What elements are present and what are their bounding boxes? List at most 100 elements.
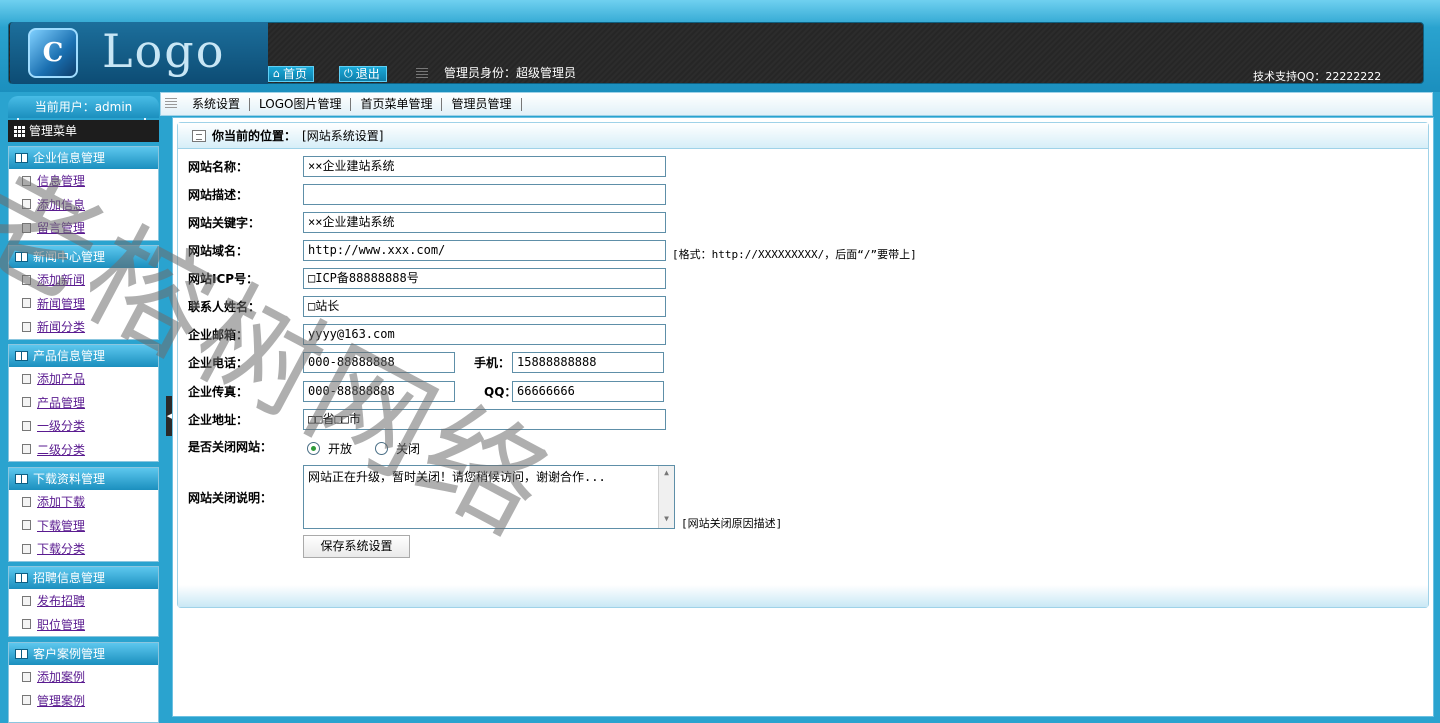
tab-home-menu[interactable]: 首页菜单管理 (351, 97, 443, 111)
menu-item: 添加新闻 (9, 268, 158, 292)
menu-group-title: 企业信息管理 (33, 151, 106, 165)
breadcrumb: 你当前的位置： [网站系统设置] (178, 123, 1428, 149)
menu-item: 下载管理 (9, 514, 158, 538)
page-icon (192, 129, 206, 142)
menu-item: 添加产品 (9, 367, 158, 391)
site-desc-input[interactable] (303, 184, 666, 205)
book-icon (15, 153, 28, 163)
menu-link[interactable]: 产品管理 (37, 394, 85, 411)
menu-link[interactable]: 添加信息 (37, 196, 85, 213)
settings-panel: 你当前的位置： [网站系统设置] 网站名称： ××企业建站系统 网站描述： 网站… (177, 122, 1429, 608)
sidebar: 当前用户：admin 管理菜单 企业信息管理 信息管理 添加信息 留言管理 新闻… (0, 92, 166, 723)
power-icon: ⏻ (344, 67, 353, 80)
menu-link[interactable]: 一级分类 (37, 417, 85, 434)
menu-link[interactable]: 二级分类 (37, 441, 85, 458)
document-icon (22, 595, 31, 606)
document-icon (22, 175, 31, 186)
icp-input[interactable]: □ICP备88888888号 (303, 268, 666, 289)
menu-link[interactable]: 下载管理 (37, 517, 85, 534)
menu-group-header[interactable]: 招聘信息管理 (9, 567, 158, 589)
menu-group-header[interactable]: 下载资料管理 (9, 468, 158, 490)
menu-link[interactable]: 添加案例 (37, 668, 85, 685)
menu-group: 企业信息管理 信息管理 添加信息 留言管理 (8, 146, 159, 241)
document-icon (22, 671, 31, 682)
logout-button[interactable]: ⏻ 退出 (339, 66, 387, 82)
document-icon (22, 298, 31, 309)
tab-admin[interactable]: 管理员管理 (442, 97, 522, 111)
mobile-input[interactable]: 15888888888 (512, 352, 664, 373)
breadcrumb-label: 你当前的位置： (212, 129, 297, 143)
icp-label: 网站ICP号： (188, 272, 259, 286)
document-icon (22, 543, 31, 554)
qq-input[interactable]: 66666666 (512, 381, 664, 402)
radio-close[interactable]: 关闭 (375, 440, 420, 457)
home-button[interactable]: ⌂ 首页 (268, 66, 314, 82)
phone-label: 企业电话： (188, 356, 249, 370)
menu-group-header[interactable]: 新闻中心管理 (9, 246, 158, 268)
tab-logo-images[interactable]: LOGO图片管理 (250, 97, 352, 111)
close-note-textarea[interactable]: 网站正在升级，暂时关闭！请您稍候访问，谢谢合作... ▲ ▼ (303, 465, 675, 529)
fax-input[interactable]: 000-88888888 (303, 381, 455, 402)
book-icon (15, 573, 28, 583)
list-icon (416, 68, 428, 80)
save-settings-button[interactable]: 保存系统设置 (303, 535, 410, 558)
menu-link[interactable]: 新闻管理 (37, 295, 85, 312)
menu-link[interactable]: 职位管理 (37, 616, 85, 633)
panel-footer (178, 585, 1428, 607)
menu-group-title: 下载资料管理 (33, 472, 106, 486)
phone-input[interactable]: 000-88888888 (303, 352, 455, 373)
fax-label: 企业传真： (188, 385, 249, 399)
radio-close-dot[interactable] (375, 442, 388, 455)
email-input[interactable]: yyyy@163.com (303, 324, 666, 345)
menu-link[interactable]: 下载分类 (37, 540, 85, 557)
address-input[interactable]: □□省□□市 (303, 409, 666, 430)
menu-link[interactable]: 新闻分类 (37, 318, 85, 335)
menu-group-header[interactable]: 产品信息管理 (9, 345, 158, 367)
menu-link[interactable]: 添加产品 (37, 370, 85, 387)
menu-group-header[interactable]: 企业信息管理 (9, 147, 158, 169)
logo-area: C Logo (10, 22, 268, 84)
menu-group-header[interactable]: 客户案例管理 (9, 643, 158, 665)
site-keywords-input[interactable]: ××企业建站系统 (303, 212, 666, 233)
grid-icon (14, 125, 25, 137)
document-icon (22, 695, 31, 706)
site-domain-input[interactable]: http://www.xxx.com/ (303, 240, 666, 261)
menu-group-title: 客户案例管理 (33, 647, 106, 661)
grip-icon (165, 98, 177, 110)
menu-link[interactable]: 添加下载 (37, 493, 85, 510)
textarea-scrollbar[interactable]: ▲ ▼ (658, 466, 674, 528)
main-content: 你当前的位置： [网站系统设置] 网站名称： ××企业建站系统 网站描述： 网站… (172, 117, 1434, 717)
menu-link[interactable]: 信息管理 (37, 172, 85, 189)
scroll-up-icon[interactable]: ▲ (659, 466, 674, 480)
contact-input[interactable]: □站长 (303, 296, 666, 317)
menu-item: 二级分类 (9, 438, 158, 462)
menu-item: 新闻分类 (9, 315, 158, 339)
site-desc-label: 网站描述： (188, 188, 249, 202)
tab-bar: 系统设置 LOGO图片管理 首页菜单管理 管理员管理 (160, 92, 1433, 116)
site-name-label: 网站名称： (188, 160, 249, 174)
admin-role: 管理员身份：超级管理员 (444, 66, 577, 80)
radio-open[interactable]: 开放 (307, 440, 352, 457)
radio-open-dot[interactable] (307, 442, 320, 455)
site-domain-label: 网站域名： (188, 244, 249, 258)
menu-link[interactable]: 留言管理 (37, 219, 85, 236)
logo-text: Logo (102, 24, 226, 78)
book-icon (15, 474, 28, 484)
menu-link[interactable]: 发布招聘 (37, 592, 85, 609)
menu-item: 发布招聘 (9, 589, 158, 613)
document-icon (22, 274, 31, 285)
radio-open-label: 开放 (328, 442, 353, 456)
document-icon (22, 520, 31, 531)
menu-item: 职位管理 (9, 613, 158, 637)
menu-link[interactable]: 管理案例 (37, 692, 85, 709)
menu-group-title: 产品信息管理 (33, 349, 106, 363)
tab-system-settings[interactable]: 系统设置 (183, 97, 251, 111)
menu-link[interactable]: 添加新闻 (37, 271, 85, 288)
book-icon (15, 351, 28, 361)
site-name-input[interactable]: ××企业建站系统 (303, 156, 666, 177)
email-label: 企业邮箱： (188, 328, 249, 342)
menu-title: 管理菜单 (8, 120, 159, 142)
scroll-down-icon[interactable]: ▼ (659, 512, 674, 526)
menu-group-title: 招聘信息管理 (33, 571, 106, 585)
site-keywords-label: 网站关键字： (188, 216, 261, 230)
